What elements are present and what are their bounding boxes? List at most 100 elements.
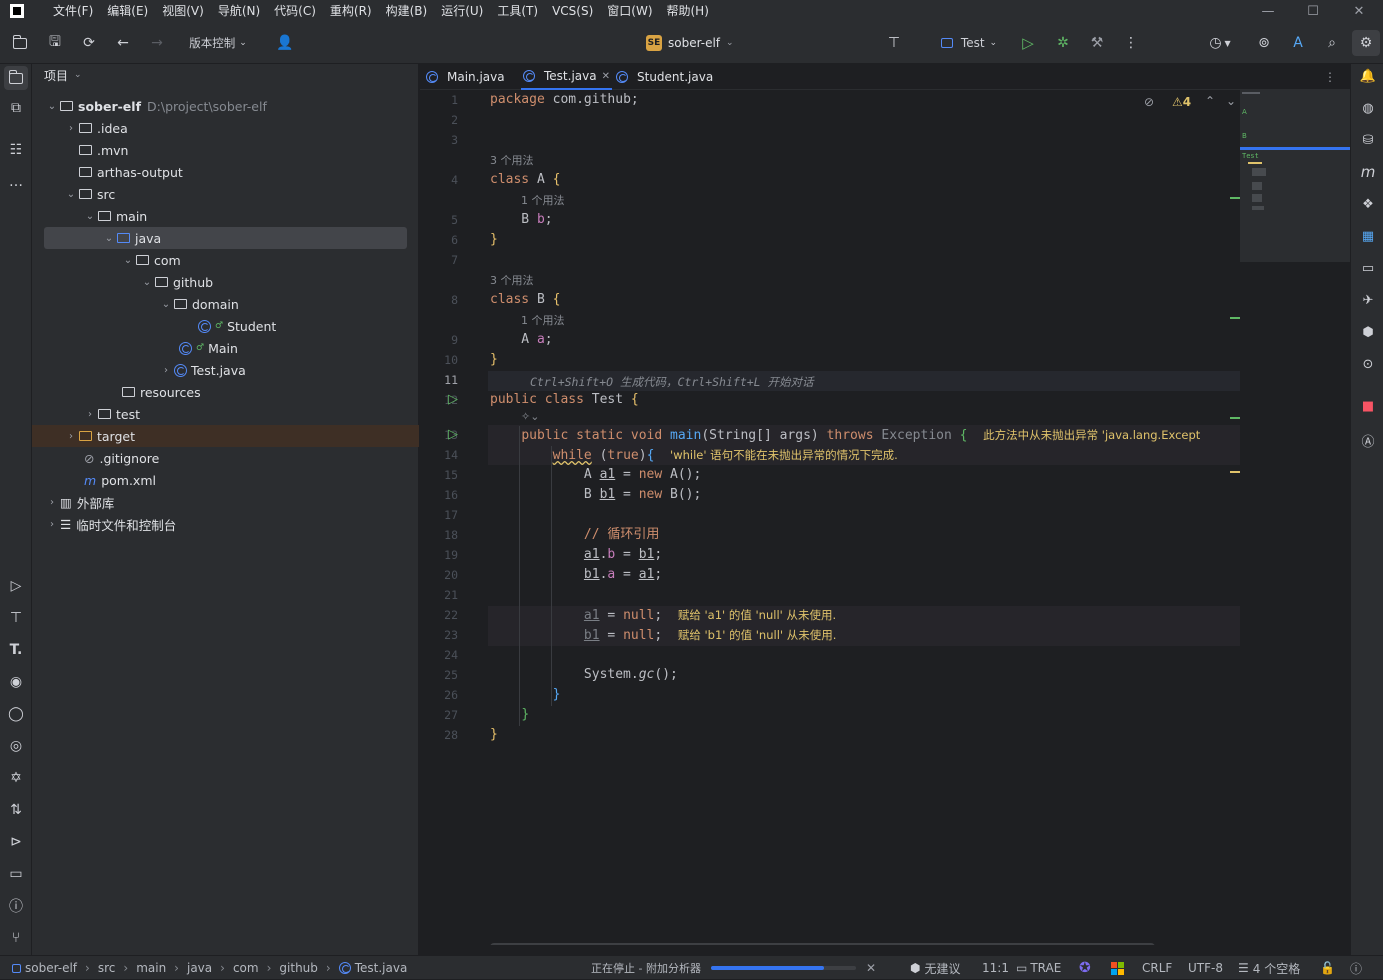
menu-edit[interactable]: 编辑(E)	[100, 0, 155, 22]
plugin-tool-icon[interactable]: ✡	[6, 768, 26, 788]
breadcrumb-item[interactable]: src	[98, 961, 116, 975]
ai-chat-icon[interactable]: ◍	[1358, 98, 1378, 118]
todo-tool-icon[interactable]: T.	[6, 640, 26, 660]
sync-icon[interactable]: ⟳	[79, 32, 99, 54]
tree-item-java[interactable]: ⌄ java	[44, 227, 407, 249]
indent-setting[interactable]: ☰ 4 个空格	[1238, 956, 1300, 980]
chat-tool-icon[interactable]: ◯	[6, 704, 26, 724]
debug-icon[interactable]: ✲	[1053, 32, 1073, 54]
close-icon[interactable]: ✕	[1336, 0, 1382, 22]
menu-window[interactable]: 窗口(W)	[600, 0, 659, 22]
file-encoding[interactable]: UTF-8	[1188, 956, 1223, 980]
usage-hint[interactable]: 1 个用法	[521, 312, 565, 328]
tree-item-github[interactable]: ⌄ github	[32, 271, 419, 293]
menu-vcs[interactable]: VCS(S)	[545, 0, 600, 22]
sort-tool-icon[interactable]: ⇅	[6, 800, 26, 820]
tree-item-test[interactable]: › test	[32, 403, 419, 425]
breadcrumb-item[interactable]: sober-elf	[25, 961, 77, 975]
problems-tool-icon[interactable]: ⓘ	[6, 896, 26, 916]
tabs-more-icon[interactable]: ⋮	[1324, 64, 1336, 90]
tree-item-main-class[interactable]: ♂ Main	[32, 337, 419, 359]
menu-navigate[interactable]: 导航(N)	[211, 0, 267, 22]
search-icon[interactable]: ⌕	[1322, 32, 1342, 54]
breadcrumb-item[interactable]: github	[279, 961, 317, 975]
readonly-lock-icon[interactable]: 🔓	[1320, 956, 1335, 980]
run-tool-icon[interactable]: ▷	[6, 576, 26, 596]
usage-hint[interactable]: 1 个用法	[521, 192, 565, 208]
tree-item-external-libs[interactable]: › ▥ 外部库	[32, 491, 419, 513]
git-tool-icon[interactable]: ⑂	[6, 928, 26, 948]
add-user-icon[interactable]: 👤	[275, 32, 295, 54]
breadcrumb-item[interactable]: Test.java	[355, 961, 408, 975]
build-hammer-icon[interactable]: ⊤	[884, 32, 904, 54]
open-folder-icon[interactable]	[10, 32, 30, 54]
minimap[interactable]: A B Test	[1240, 90, 1350, 262]
menu-tools[interactable]: 工具(T)	[490, 0, 545, 22]
menu-help[interactable]: 帮助(H)	[660, 0, 716, 22]
app-inspector-icon[interactable]: ▦	[1358, 226, 1378, 246]
tree-item-mvn[interactable]: .mvn	[32, 139, 419, 161]
breadcrumb-item[interactable]: main	[136, 961, 166, 975]
run-config-selector[interactable]: Test ⌄	[936, 32, 1002, 54]
settings-gear-icon[interactable]: ⚙	[1352, 30, 1380, 56]
translate-icon[interactable]: A	[1288, 32, 1308, 54]
plugin-star-icon[interactable]: ✪	[1079, 956, 1091, 980]
caret-position[interactable]: 11:1	[982, 956, 1009, 980]
warnings-indicator[interactable]: ⚠4	[1172, 95, 1191, 109]
deploy-tool-icon[interactable]: ⊳	[6, 832, 26, 852]
back-icon[interactable]: ←	[113, 32, 133, 54]
structure-tool-icon[interactable]: ☷	[6, 140, 26, 160]
tree-item-src[interactable]: ⌄ src	[32, 183, 419, 205]
build-icon[interactable]: ⚒	[1087, 32, 1107, 54]
ai-action-icon[interactable]: ✧⌄	[521, 410, 539, 423]
tree-item-arthas-output[interactable]: arthas-output	[32, 161, 419, 183]
menu-view[interactable]: 视图(V)	[155, 0, 211, 22]
tab-main-java[interactable]: Main.java	[426, 64, 505, 90]
breadcrumb-item[interactable]: java	[187, 961, 212, 975]
save-icon[interactable]: 🖫	[45, 32, 65, 54]
commit-tool-icon[interactable]: ⧉	[6, 98, 26, 118]
horizontal-scrollbar[interactable]	[490, 943, 1155, 945]
windows-icon[interactable]	[1111, 956, 1124, 980]
tree-item-test-java[interactable]: › Test.java	[32, 359, 419, 381]
background-task[interactable]: 正在停止 - 附加分析器	[591, 956, 701, 980]
build-tool-icon[interactable]: ⊤	[6, 608, 26, 628]
tab-test-java[interactable]: Test.java ✕	[521, 64, 612, 90]
services-tool-icon[interactable]: ◉	[6, 672, 26, 692]
notifications-icon[interactable]: 🔔	[1358, 66, 1378, 86]
plugin-dots-icon[interactable]: ❖	[1358, 194, 1378, 214]
tree-item-domain[interactable]: ⌄ domain	[32, 293, 419, 315]
cancel-task-icon[interactable]: ✕	[866, 956, 876, 980]
ai-suggestion-status[interactable]: ⬢ 无建议	[910, 956, 961, 980]
vcs-menu-button[interactable]: 版本控制 ⌄	[186, 32, 250, 54]
maximize-icon[interactable]: ☐	[1290, 0, 1336, 22]
tab-student-java[interactable]: Student.java	[616, 64, 713, 90]
usage-hint[interactable]: 3 个用法	[490, 152, 534, 168]
code-editor[interactable]: package com.github; ⊘ ⚠4 ⌃ ⌄ 3 个用法 class…	[488, 90, 1240, 945]
tree-item-idea[interactable]: › .idea	[32, 117, 419, 139]
more-icon[interactable]: ⋮	[1121, 32, 1141, 54]
problems-status-icon[interactable]: ⓘ	[1350, 956, 1362, 980]
project-tool-icon[interactable]	[4, 66, 28, 90]
menu-file[interactable]: 文件(F)	[46, 0, 100, 22]
menu-code[interactable]: 代码(C)	[267, 0, 323, 22]
tree-item-target[interactable]: › target	[32, 425, 419, 447]
chevron-up-icon[interactable]: ⌃	[1205, 94, 1215, 108]
maven-tool-icon[interactable]: m	[1358, 162, 1378, 182]
tree-item-resources[interactable]: resources	[32, 381, 419, 403]
menu-refactor[interactable]: 重构(R)	[323, 0, 379, 22]
usage-hint[interactable]: 3 个用法	[490, 272, 534, 288]
forward-icon[interactable]: →	[147, 32, 167, 54]
reader-mode-icon[interactable]: ⊘	[1144, 95, 1154, 109]
tab-close-icon[interactable]: ✕	[602, 71, 610, 82]
minimize-icon[interactable]: —	[1245, 0, 1291, 22]
trae-status[interactable]: ▭ TRAE	[1016, 956, 1061, 980]
breadcrumb-item[interactable]: com	[233, 961, 259, 975]
run-gutter-icon[interactable]: ▷	[448, 427, 458, 442]
project-widget[interactable]: SE sober-elf ⌄	[646, 32, 734, 54]
tree-item-pom[interactable]: m pom.xml	[32, 469, 419, 491]
profiler-icon[interactable]: ◷ ▼	[1205, 32, 1235, 54]
menu-build[interactable]: 构建(B)	[379, 0, 435, 22]
tree-item-com[interactable]: ⌄ com	[32, 249, 419, 271]
translation-icon[interactable]: Ⓐ	[1358, 430, 1378, 450]
